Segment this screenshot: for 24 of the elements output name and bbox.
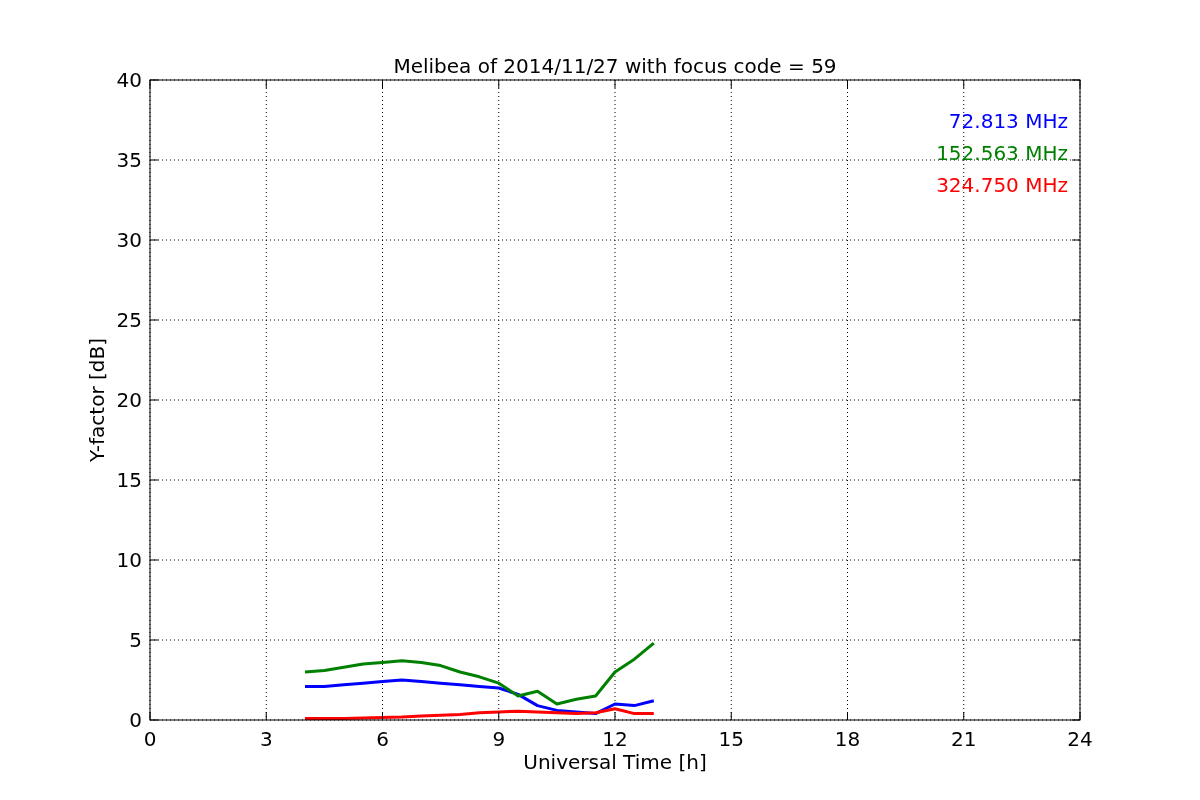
legend-label: 324.750 MHz xyxy=(936,173,1068,197)
x-tick-label: 3 xyxy=(259,727,273,751)
y-axis-label: Y-factor [dB] xyxy=(85,338,109,462)
x-tick-label: 18 xyxy=(834,727,861,751)
x-tick-label: 24 xyxy=(1067,727,1093,751)
y-tick-label: 0 xyxy=(129,708,142,732)
x-tick-label: 12 xyxy=(602,727,628,751)
x-tick-label: 6 xyxy=(376,727,389,751)
y-tick-label: 35 xyxy=(116,148,142,172)
y-tick-label: 40 xyxy=(116,68,142,92)
y-tick-label: 30 xyxy=(116,228,142,252)
x-tick-label: 0 xyxy=(143,727,157,751)
legend-label: 152.563 MHz xyxy=(936,141,1068,165)
x-tick-label: 21 xyxy=(951,727,977,751)
y-tick-label: 20 xyxy=(116,388,142,412)
y-tick-label: 10 xyxy=(116,548,142,572)
legend-label: 72.813 MHz xyxy=(948,109,1068,133)
y-tick-label: 5 xyxy=(129,628,142,652)
chart-title: Melibea of 2014/11/27 with focus code = 59 xyxy=(393,54,837,78)
x-tick-label: 9 xyxy=(492,727,506,751)
x-axis-label: Universal Time [h] xyxy=(523,750,707,774)
y-tick-label: 15 xyxy=(116,468,142,492)
y-tick-label: 25 xyxy=(116,308,142,332)
x-tick-label: 15 xyxy=(718,727,744,751)
